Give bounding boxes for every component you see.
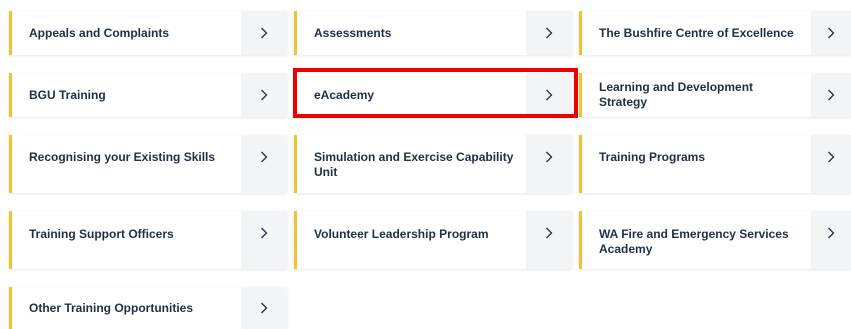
card-arrow[interactable] xyxy=(526,11,572,55)
card-arrow[interactable] xyxy=(241,135,287,193)
chevron-right-icon xyxy=(828,27,835,39)
card-label: Recognising your Existing Skills xyxy=(29,150,216,164)
card-label: The Bushfire Centre of Excellence xyxy=(599,25,794,40)
chevron-right-icon xyxy=(828,227,835,239)
card-label: Simulation and Exercise Capability Unit xyxy=(314,150,514,179)
chevron-right-icon xyxy=(261,27,268,39)
card-assessments[interactable]: Assessments xyxy=(294,11,572,55)
chevron-right-icon xyxy=(261,89,268,101)
card-arrow[interactable] xyxy=(241,287,287,329)
card-volunteer-leadership-program[interactable]: Volunteer Leadership Program xyxy=(294,211,572,269)
chevron-right-icon xyxy=(261,227,268,239)
chevron-right-icon xyxy=(546,27,553,39)
card-arrow[interactable] xyxy=(811,135,851,193)
card-wa-fire-and-emergency-services-academy[interactable]: WA Fire and Emergency Services Academy xyxy=(579,211,851,269)
card-bushfire-centre-of-excellence[interactable]: The Bushfire Centre of Excellence xyxy=(579,11,851,55)
chevron-right-icon xyxy=(828,151,835,163)
card-arrow[interactable] xyxy=(526,135,572,193)
card-arrow[interactable] xyxy=(241,73,287,117)
card-arrow[interactable] xyxy=(811,211,851,269)
chevron-right-icon xyxy=(546,89,553,101)
card-label: WA Fire and Emergency Services Academy xyxy=(599,227,789,256)
card-label: BGU Training xyxy=(29,87,106,102)
card-label: Training Programs xyxy=(599,150,706,164)
chevron-right-icon xyxy=(261,151,268,163)
card-arrow[interactable] xyxy=(526,73,572,117)
card-arrow[interactable] xyxy=(241,211,287,269)
chevron-right-icon xyxy=(261,302,268,314)
card-label: eAcademy xyxy=(314,87,375,102)
card-simulation-and-exercise-capability-unit[interactable]: Simulation and Exercise Capability Unit xyxy=(294,135,572,193)
card-other-training-opportunities[interactable]: Other Training Opportunities xyxy=(9,287,287,329)
card-bgu-training[interactable]: BGU Training xyxy=(9,73,287,117)
card-arrow[interactable] xyxy=(241,11,287,55)
card-label: Appeals and Complaints xyxy=(29,25,170,40)
card-learning-and-development-strategy[interactable]: Learning and Development Strategy xyxy=(579,73,851,117)
card-arrow[interactable] xyxy=(811,73,851,117)
card-training-programs[interactable]: Training Programs xyxy=(579,135,851,193)
card-appeals-and-complaints[interactable]: Appeals and Complaints xyxy=(9,11,287,55)
card-arrow[interactable] xyxy=(526,211,572,269)
training-links-grid: Appeals and Complaints Assessments The B… xyxy=(0,0,851,329)
card-label: Assessments xyxy=(314,25,392,40)
chevron-right-icon xyxy=(546,151,553,163)
card-eacademy[interactable]: eAcademy xyxy=(294,73,572,117)
card-recognising-existing-skills[interactable]: Recognising your Existing Skills xyxy=(9,135,287,193)
card-label: Other Training Opportunities xyxy=(29,300,194,315)
card-label: Learning and Development Strategy xyxy=(599,80,754,109)
card-arrow[interactable] xyxy=(811,11,851,55)
chevron-right-icon xyxy=(828,89,835,101)
card-label: Training Support Officers xyxy=(29,227,174,241)
card-label: Volunteer Leadership Program xyxy=(314,227,489,241)
chevron-right-icon xyxy=(546,227,553,239)
card-training-support-officers[interactable]: Training Support Officers xyxy=(9,211,287,269)
